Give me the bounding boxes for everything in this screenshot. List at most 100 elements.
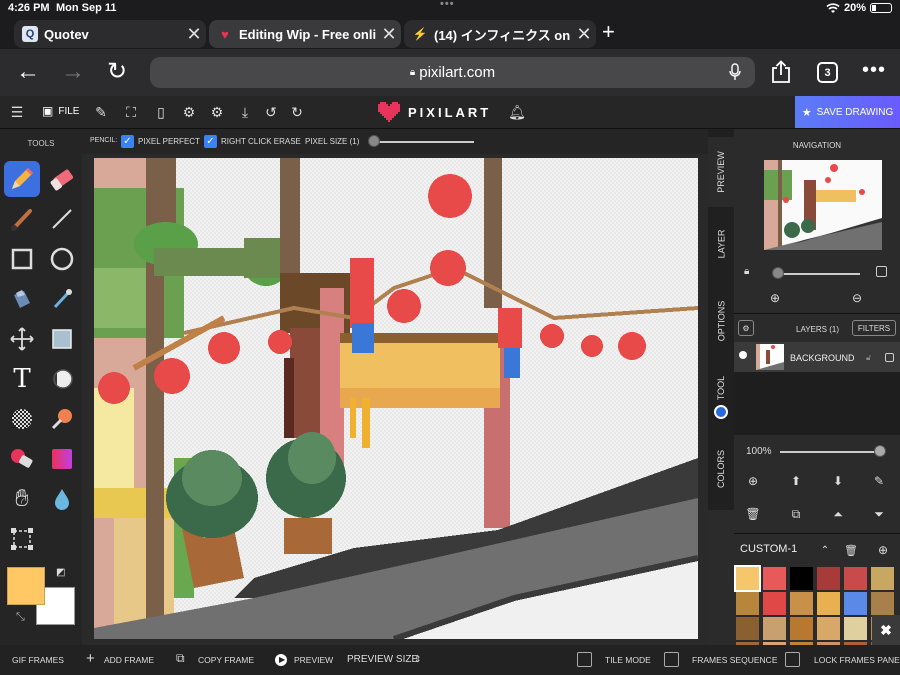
frames-sequence-checkbox[interactable] — [664, 652, 679, 667]
palette-swatch[interactable] — [736, 617, 759, 640]
reset-colors-icon[interactable]: ⤡ — [16, 611, 25, 624]
palette-swatch[interactable] — [763, 567, 786, 590]
stamp-tool[interactable] — [44, 401, 80, 437]
pixel-size-slider-knob[interactable] — [368, 135, 380, 147]
forward-arrow-icon[interactable]: → — [61, 59, 85, 85]
hand-tool[interactable]: ✋︎ — [4, 481, 40, 517]
move-layer-down-icon[interactable]: ⬇︎ — [831, 474, 845, 488]
palette-swatch[interactable] — [871, 592, 894, 615]
line-tool[interactable] — [44, 201, 80, 237]
copy-frame-label[interactable]: COPY FRAME — [198, 655, 254, 665]
add-layer-icon[interactable]: ⊕ — [746, 474, 760, 488]
palette-swatch[interactable] — [790, 567, 813, 590]
palette-swatch[interactable] — [736, 592, 759, 615]
close-tab-icon[interactable]: ✕ — [572, 24, 596, 45]
download-icon[interactable]: ⤓ — [236, 103, 254, 121]
tab-preview[interactable]: PREVIEW — [708, 137, 734, 207]
pencil-tool[interactable] — [4, 161, 40, 197]
palette-swatch[interactable] — [790, 617, 813, 640]
palette-swatch[interactable] — [844, 567, 867, 590]
eyedropper-icon[interactable]: ✎ — [92, 103, 110, 121]
layer-settings-button[interactable]: ⚙ — [738, 320, 754, 336]
new-tab-icon[interactable]: + — [602, 19, 615, 45]
lock-frames-panel-checkbox[interactable] — [785, 652, 800, 667]
add-palette-icon[interactable]: ⊕ — [876, 543, 890, 557]
select-tool[interactable] — [4, 521, 40, 557]
eraser-tool[interactable] — [44, 161, 80, 197]
delete-palette-icon[interactable]: 🗑︎ — [844, 543, 858, 557]
palette-swatch[interactable] — [817, 617, 840, 640]
palette-swatch[interactable] — [817, 592, 840, 615]
file-settings-icon[interactable]: ⚙ — [180, 103, 198, 121]
palette-swatch[interactable] — [763, 617, 786, 640]
palette-swatch[interactable] — [844, 617, 867, 640]
redo-icon[interactable]: ↻ — [288, 103, 306, 121]
move-tool[interactable] — [4, 321, 40, 357]
swap-colors-icon[interactable]: ◩ — [56, 567, 65, 578]
tab-quotev[interactable]: Q Quotev ✕ — [14, 20, 206, 48]
preview-size-chevron-icon[interactable]: ⇕ — [414, 654, 422, 665]
menu-icon[interactable]: ☰ — [8, 103, 26, 121]
close-palette-button[interactable]: ✖ — [872, 615, 900, 645]
add-frame-icon[interactable]: + — [86, 650, 95, 667]
layer-visible-icon[interactable] — [739, 351, 747, 359]
merge-down-icon[interactable]: ⏷ — [872, 507, 886, 521]
close-tab-icon[interactable]: ✕ — [377, 24, 401, 45]
tab-layer[interactable]: LAYER — [708, 209, 734, 279]
gradient-tool[interactable] — [44, 441, 80, 477]
lock-ratio-icon[interactable]: 🔒︎ — [744, 266, 749, 277]
tab-count-button[interactable]: 3 — [817, 62, 838, 83]
shade-tool[interactable] — [44, 321, 80, 357]
edit-layer-icon[interactable]: ✎ — [872, 474, 886, 488]
pixilart-logo[interactable]: PIXILART — [378, 102, 491, 122]
layer-lock-icon[interactable]: 🔓︎ — [866, 353, 871, 363]
new-file-icon[interactable]: ▯ — [152, 103, 170, 121]
palette-swatch[interactable] — [844, 592, 867, 615]
zoom-fit-checkbox[interactable] — [876, 266, 887, 277]
preview-label[interactable]: PREVIEW — [294, 655, 333, 665]
tile-mode-checkbox[interactable] — [577, 652, 592, 667]
zoom-out-icon[interactable]: ⊖ — [850, 291, 864, 305]
zoom-slider-track[interactable] — [774, 273, 860, 275]
resize-icon[interactable]: ⛶ — [122, 103, 140, 121]
copy-frame-icon[interactable]: ⧉ — [176, 651, 185, 666]
checker-tool[interactable] — [4, 401, 40, 437]
settings-icon[interactable]: ⚙ — [208, 103, 226, 121]
pixel-perfect-checkbox[interactable]: ✓ — [121, 135, 134, 148]
file-menu-button[interactable]: ▣ FILE — [42, 104, 79, 118]
back-arrow-icon[interactable]: ← — [16, 59, 40, 85]
fill-bucket-tool[interactable] — [4, 281, 40, 317]
microphone-icon[interactable] — [729, 63, 741, 81]
duplicate-layer-icon[interactable]: ⧉ — [789, 507, 803, 521]
ellipse-tool[interactable] — [44, 241, 80, 277]
share-icon[interactable] — [771, 60, 791, 84]
undo-icon[interactable]: ↺ — [262, 103, 280, 121]
palette-swatch[interactable] — [817, 567, 840, 590]
drawing-canvas[interactable] — [94, 158, 698, 639]
reload-icon[interactable]: ↻ — [107, 59, 127, 85]
close-tab-icon[interactable]: ✕ — [182, 24, 206, 45]
address-bar[interactable]: 🔒︎ pixilart.com — [150, 57, 755, 88]
color-picker-tool[interactable] — [44, 281, 80, 317]
palette-swatch[interactable] — [871, 567, 894, 590]
multitask-dots-icon[interactable]: ••• — [440, 0, 455, 10]
palette-swatch[interactable] — [763, 592, 786, 615]
dither-tool[interactable] — [44, 361, 80, 397]
merge-up-icon[interactable]: ⏶ — [831, 507, 845, 521]
opacity-slider-knob[interactable] — [874, 445, 886, 457]
palette-select-chevron-icon[interactable]: ⌃ — [818, 543, 832, 557]
more-options-icon[interactable]: ••• — [862, 59, 886, 82]
move-layer-up-icon[interactable]: ⬆︎ — [789, 474, 803, 488]
zoom-in-icon[interactable]: ⊕ — [768, 291, 782, 305]
save-drawing-button[interactable]: ★ SAVE DRAWING — [795, 96, 900, 128]
lighten-tool[interactable] — [4, 441, 40, 477]
layer-select-checkbox[interactable] — [885, 353, 894, 362]
brush-tool[interactable] — [4, 201, 40, 237]
opacity-slider-track[interactable] — [780, 451, 884, 453]
tab-twitter[interactable]: ⚡ (14) インフィニクス on G ✕ — [404, 20, 596, 48]
right-click-erase-checkbox[interactable]: ✓ — [204, 135, 217, 148]
tab-options[interactable]: OPTIONS — [708, 281, 734, 361]
navigation-preview[interactable] — [764, 160, 882, 250]
gif-frames-label[interactable]: GIF FRAMES — [12, 655, 64, 665]
notification-bell-icon[interactable]: 🔔︎ — [508, 103, 526, 121]
